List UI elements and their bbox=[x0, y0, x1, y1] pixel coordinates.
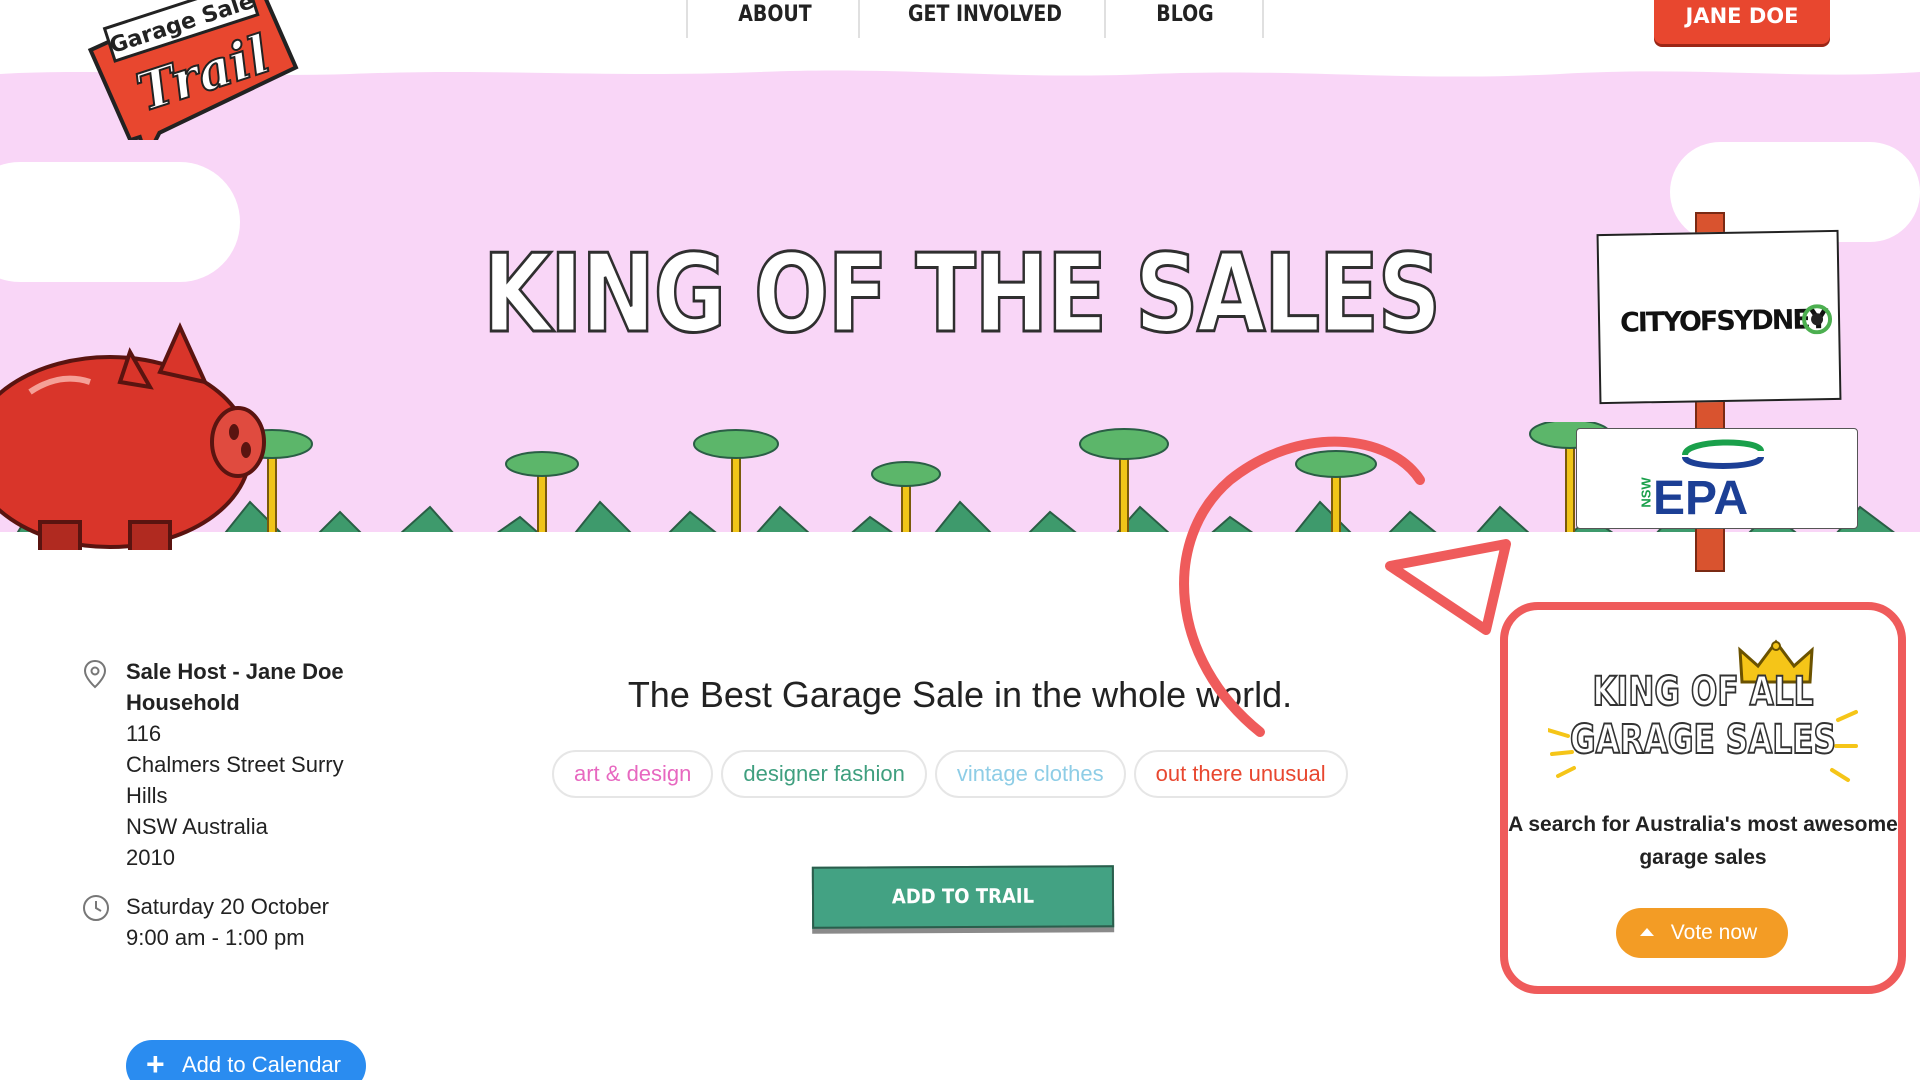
sale-date: Saturday 20 October bbox=[126, 894, 330, 919]
date-block: Saturday 20 October 9:00 am - 1:00 pm bbox=[82, 891, 382, 953]
epa-swoosh-icon bbox=[1682, 439, 1764, 469]
nav-divider bbox=[1262, 0, 1264, 38]
king-card-description: A search for Australia's most awesome ga… bbox=[1508, 813, 1898, 869]
king-card-title-line-1: KING OF ALL bbox=[1592, 668, 1815, 716]
tag-designer-fashion[interactable]: designer fashion bbox=[721, 750, 927, 798]
tag-out-there-unusual[interactable]: out there unusual bbox=[1133, 750, 1348, 798]
clock-icon bbox=[83, 895, 109, 921]
sale-details: Sale Host - Jane Doe Household 116 Chalm… bbox=[82, 656, 382, 953]
address-line: 116 bbox=[126, 721, 162, 746]
page: KING OF THE SALES ABOUT GET INVOLVED BLO… bbox=[0, 0, 1920, 1080]
sale-tagline: The Best Garage Sale in the whole world. bbox=[627, 674, 1293, 715]
king-card-title-line-2: GARAGE SALES bbox=[1569, 716, 1837, 764]
nsw-epa-sponsor[interactable]: NSW EPA bbox=[1576, 428, 1858, 529]
city-of-sydney-logo-text: CITYOFSYDNEY bbox=[1619, 304, 1827, 339]
category-tags: art & design designer fashion vintage cl… bbox=[552, 750, 1348, 798]
address-line: NSW Australia bbox=[126, 814, 268, 839]
nav-item-get-involved[interactable]: GET INVOLVED bbox=[903, 0, 1066, 36]
address-line: Hills bbox=[126, 783, 168, 808]
tag-art-design[interactable]: art & design bbox=[552, 750, 714, 798]
hero-ground bbox=[0, 532, 1920, 550]
add-to-calendar-button[interactable]: + Add to Calendar bbox=[126, 1040, 366, 1080]
sale-time: 9:00 am - 1:00 pm bbox=[126, 925, 305, 950]
vote-now-button[interactable]: Vote now bbox=[1616, 908, 1788, 958]
nav-divider bbox=[1104, 0, 1106, 38]
address-line: Chalmers Street Surry bbox=[126, 752, 344, 777]
add-to-trail-label: ADD TO TRAIL bbox=[891, 883, 1035, 909]
add-to-calendar-label: Add to Calendar bbox=[182, 1052, 341, 1077]
caret-up-icon bbox=[1640, 928, 1654, 936]
epa-prefix: NSW bbox=[1638, 477, 1654, 508]
city-of-sydney-sponsor[interactable]: CITYOFSYDNEY bbox=[1596, 229, 1842, 405]
garage-sale-trail-logo[interactable]: Garage Sale Trail bbox=[80, 0, 300, 140]
nav-divider bbox=[686, 0, 688, 38]
piggy-bank-illustration bbox=[0, 322, 266, 550]
hero-title: KING OF THE SALES bbox=[482, 231, 1443, 359]
location-block: Sale Host - Jane Doe Household 116 Chalm… bbox=[82, 656, 382, 873]
king-of-all-garage-sales-card: KING OF ALL GARAGE SALES A search for Au… bbox=[1500, 602, 1906, 994]
nav-item-blog[interactable]: BLOG bbox=[1146, 0, 1223, 36]
tag-vintage-clothes[interactable]: vintage clothes bbox=[934, 750, 1126, 798]
nav-divider bbox=[858, 0, 860, 38]
sale-host: Sale Host - Jane Doe Household bbox=[126, 659, 344, 715]
nav-item-about[interactable]: ABOUT bbox=[728, 0, 823, 36]
address-line: 2010 bbox=[126, 845, 175, 870]
location-pin-icon bbox=[83, 659, 107, 689]
vote-now-label: Vote now bbox=[1670, 921, 1758, 944]
add-to-trail-button[interactable]: ADD TO TRAIL bbox=[811, 865, 1115, 929]
epa-logo-text: EPA bbox=[1653, 472, 1749, 525]
king-card-title: KING OF ALL GARAGE SALES bbox=[1551, 668, 1855, 764]
plus-icon: + bbox=[146, 1046, 165, 1080]
sydney-emblem-icon bbox=[1802, 304, 1833, 335]
user-account-button[interactable]: JANE DOE bbox=[1654, 0, 1830, 44]
